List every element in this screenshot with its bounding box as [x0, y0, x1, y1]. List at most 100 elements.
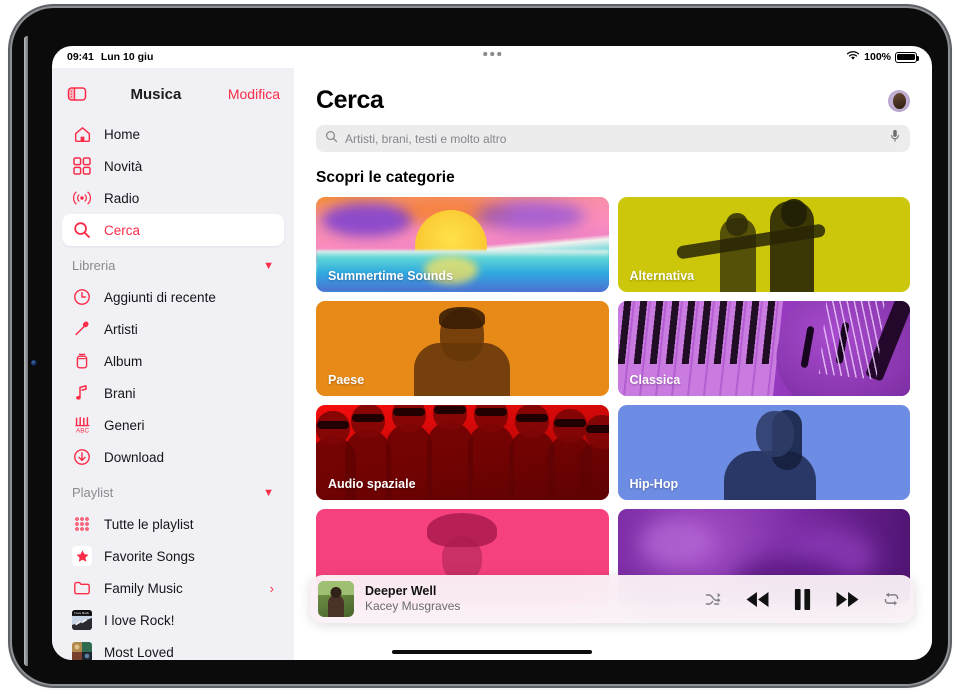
sidebar-item-family-music[interactable]: Family Music › [62, 572, 284, 604]
playlist-section-label: Playlist [72, 485, 114, 500]
microphone-icon[interactable] [889, 129, 901, 148]
sidebar-item-home[interactable]: Home [62, 118, 284, 150]
fast-forward-button[interactable] [835, 591, 860, 608]
sidebar-item-label: Family Music [104, 580, 183, 596]
sidebar-item-label: Brani [104, 385, 136, 401]
sidebar-item-label: Radio [104, 190, 140, 206]
category-tile-audio-spaziale[interactable]: Audio spaziale [316, 405, 609, 500]
search-icon [325, 130, 338, 148]
battery-full-icon [895, 51, 920, 63]
account-avatar[interactable] [888, 90, 910, 112]
category-tile-grid: Summertime Sounds Alternativa Paese Clas… [316, 197, 910, 604]
library-section-header[interactable]: Libreria ▼ [52, 246, 294, 277]
category-tile-summertime-sounds[interactable]: Summertime Sounds [316, 197, 609, 292]
sidebar-item-label: Aggiunti di recente [104, 289, 216, 305]
categories-heading: Scopri le categorie [316, 169, 455, 186]
sidebar-item-label: Cerca [104, 222, 141, 238]
library-list: Aggiunti di recente Artisti Album Brani … [52, 277, 294, 473]
multitask-handle-icon[interactable] [483, 52, 501, 56]
chevron-down-icon[interactable]: ▼ [263, 260, 274, 272]
sidebar-item-i-love-rock[interactable]: I love Rock I love Rock! [62, 604, 284, 636]
playlist-artwork: I love Rock [72, 610, 92, 630]
device-side-edge [24, 36, 28, 666]
shuffle-button[interactable] [705, 592, 722, 607]
now-playing-artwork[interactable] [318, 581, 354, 617]
main-content: Cerca Artisti, brani, testi e molto altr… [294, 68, 932, 660]
music-note-icon [72, 383, 92, 403]
sidebar-item-label: I love Rock! [104, 612, 175, 628]
ipad-device-frame: 09:41 Lun 10 giu 100% Musica Modifica Ho… [12, 8, 948, 684]
grid-squares-icon [72, 156, 92, 176]
sidebar-item-label: Generi [104, 417, 145, 433]
sidebar-title: Musica [130, 85, 182, 103]
chevron-down-icon[interactable]: ▼ [263, 487, 274, 499]
search-input[interactable]: Artisti, brani, testi e molto altro [316, 125, 910, 152]
sidebar-item-download[interactable]: Download [62, 441, 284, 473]
main-header: Cerca [294, 68, 932, 115]
page-title: Cerca [316, 86, 384, 114]
category-tile-label: Audio spaziale [328, 477, 416, 491]
sidebar-item-label: Album [104, 353, 143, 369]
front-camera-icon [31, 360, 37, 366]
playlist-artwork [72, 642, 92, 660]
rewind-button[interactable] [745, 591, 770, 608]
playback-controls [705, 588, 900, 611]
svg-text:ABC: ABC [76, 427, 90, 434]
sidebar-item-generi[interactable]: ABC Generi [62, 409, 284, 441]
sidebar-item-artisti[interactable]: Artisti [62, 313, 284, 345]
sidebar-item-brani[interactable]: Brani [62, 377, 284, 409]
star-icon [72, 546, 92, 566]
album-icon [72, 351, 92, 371]
playlist-list: Tutte le playlist Favorite Songs Family … [52, 504, 294, 660]
sidebar-item-most-loved[interactable]: Most Loved [62, 636, 284, 660]
category-tile-paese[interactable]: Paese [316, 301, 609, 396]
wifi-icon [846, 50, 860, 64]
sidebar-item-label: Home [104, 126, 141, 142]
home-indicator[interactable] [392, 650, 592, 654]
pause-button[interactable] [793, 588, 812, 611]
sidebar-item-aggiunti-di-recente[interactable]: Aggiunti di recente [62, 281, 284, 313]
ipad-screen: 09:41 Lun 10 giu 100% Musica Modifica Ho… [52, 46, 932, 660]
category-tile-label: Hip-Hop [629, 477, 679, 491]
sidebar-item-album[interactable]: Album [62, 345, 284, 377]
sidebar-item-label: Download [104, 449, 165, 465]
now-playing-artist: Kacey Musgraves [365, 599, 461, 614]
sidebar: Musica Modifica Home Novità Radio Cerca … [52, 68, 294, 660]
radio-waves-icon [72, 188, 92, 208]
repeat-button[interactable] [883, 591, 900, 607]
sidebar-item-favorite-songs[interactable]: Favorite Songs [62, 540, 284, 572]
sidebar-item-novita[interactable]: Novità [62, 150, 284, 182]
sidebar-item-radio[interactable]: Radio [62, 182, 284, 214]
sidebar-header: Musica Modifica [52, 74, 294, 114]
status-bar: 09:41 Lun 10 giu 100% [52, 46, 932, 68]
sidebar-toggle-icon[interactable] [66, 83, 88, 105]
folder-icon [72, 578, 92, 598]
category-tile-label: Summertime Sounds [328, 269, 454, 283]
status-time: 09:41 [67, 51, 94, 63]
category-tile-label: Classica [629, 373, 681, 387]
sidebar-item-tutte-le-playlist[interactable]: Tutte le playlist [62, 508, 284, 540]
playlist-section-header[interactable]: Playlist ▼ [52, 473, 294, 504]
status-date: Lun 10 giu [100, 51, 154, 63]
home-icon [72, 124, 92, 144]
sidebar-item-label: Tutte le playlist [104, 516, 194, 532]
chevron-right-icon[interactable]: › [270, 581, 274, 596]
category-tile-hip-hop[interactable]: Hip-Hop [617, 405, 910, 500]
library-section-label: Libreria [72, 258, 116, 273]
download-arrow-icon [72, 447, 92, 467]
mini-player[interactable]: Deeper Well Kacey Musgraves [310, 575, 914, 623]
sidebar-primary-nav: Home Novità Radio Cerca [52, 114, 294, 246]
genres-icon: ABC [72, 415, 92, 435]
sidebar-item-label: Favorite Songs [104, 548, 195, 564]
status-bar-left: 09:41 Lun 10 giu [67, 51, 153, 63]
status-bar-right: 100% [846, 50, 920, 64]
category-tile-classica[interactable]: Classica [617, 301, 910, 396]
category-tile-alternativa[interactable]: Alternativa [617, 197, 910, 292]
microphone-icon [72, 319, 92, 339]
sidebar-item-cerca[interactable]: Cerca [62, 214, 284, 246]
now-playing-title: Deeper Well [365, 583, 437, 598]
category-tile-label: Paese [328, 373, 365, 387]
search-placeholder: Artisti, brani, testi e molto altro [345, 131, 507, 146]
edit-button[interactable]: Modifica [228, 86, 280, 102]
svg-text:I love Rock: I love Rock [74, 611, 89, 615]
